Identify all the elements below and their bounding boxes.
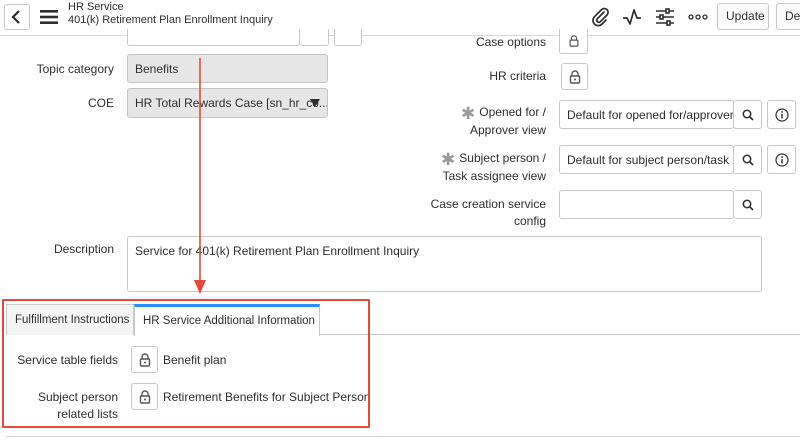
lock-icon (569, 35, 578, 47)
opened-for-info-button[interactable] (767, 100, 796, 129)
subject-person-info-button[interactable] (767, 145, 796, 174)
hr-criteria-label: HR criteria (489, 69, 546, 83)
hidden-field-button[interactable] (299, 29, 329, 46)
hr-criteria-lock-button[interactable] (561, 63, 588, 90)
subject-person-label-line1: Subject person / (459, 151, 546, 165)
update-button[interactable]: Update (717, 3, 769, 30)
case-creation-label: Case creation service config (400, 196, 546, 230)
subject-person-field[interactable]: Default for subject person/task a (559, 145, 734, 174)
form-header: HR Service 401(k) Retirement Plan Enroll… (0, 0, 800, 36)
personalize-form-button[interactable] (653, 5, 677, 29)
case-creation-label-line2: config (513, 214, 546, 228)
annotation-arrow (194, 58, 206, 294)
required-asterisk-icon: ✱ (461, 104, 476, 123)
case-options-label: Case options (475, 35, 546, 49)
opened-for-lookup-button[interactable] (733, 100, 762, 129)
activity-button[interactable] (620, 5, 644, 29)
hidden-field-button-2[interactable] (334, 29, 362, 46)
search-icon (742, 154, 754, 166)
activity-pulse-icon (623, 9, 641, 25)
case-creation-lookup-button[interactable] (733, 190, 762, 219)
section-divider (6, 436, 800, 437)
search-icon (742, 199, 754, 211)
subject-person-lookup-button[interactable] (733, 145, 762, 174)
hidden-field-partial[interactable] (127, 29, 300, 46)
opened-for-label-line2: Approver view (469, 123, 546, 137)
more-options-icon (688, 14, 708, 20)
opened-for-label: ✱ Opened for / Approver view (400, 104, 546, 139)
record-name: 401(k) Retirement Plan Enrollment Inquir… (68, 14, 273, 26)
record-title: HR Service 401(k) Retirement Plan Enroll… (68, 1, 273, 27)
info-icon (774, 152, 789, 167)
lock-icon (569, 69, 580, 84)
description-label: Description (53, 242, 114, 256)
chevron-down-icon (310, 99, 320, 107)
subject-person-label-line2: Task assignee view (442, 169, 546, 183)
required-asterisk-icon: ✱ (441, 150, 456, 169)
coe-label: COE (87, 96, 114, 110)
search-icon (742, 109, 754, 121)
case-creation-label-line1: Case creation service (430, 197, 546, 211)
description-textarea[interactable]: Service for 401(k) Retirement Plan Enrol… (127, 236, 762, 292)
opened-for-label-line1: Opened for / (479, 105, 546, 119)
subject-person-label: ✱ Subject person / Task assignee view (400, 150, 546, 185)
hamburger-menu-button[interactable] (38, 6, 60, 28)
info-icon (774, 107, 789, 122)
sliders-icon (656, 8, 674, 26)
delete-button[interactable]: Delete (776, 3, 800, 30)
attachment-button[interactable] (588, 5, 612, 29)
paperclip-icon (592, 7, 609, 27)
topic-category-field: Benefits (127, 54, 328, 83)
back-button[interactable] (4, 4, 30, 30)
topic-category-label: Topic category (36, 62, 114, 76)
annotation-highlight-box (2, 299, 370, 428)
case-options-lock-button[interactable] (559, 29, 588, 54)
case-creation-field[interactable] (559, 190, 734, 219)
hamburger-menu-icon (40, 10, 58, 24)
record-type: HR Service (68, 1, 124, 13)
back-icon (11, 10, 20, 24)
opened-for-field[interactable]: Default for opened for/approver (559, 100, 734, 129)
coe-select-value: HR Total Rewards Case [sn_hr_co... (135, 96, 328, 110)
coe-select[interactable]: HR Total Rewards Case [sn_hr_co... (127, 88, 328, 118)
more-options-button[interactable] (686, 5, 710, 29)
